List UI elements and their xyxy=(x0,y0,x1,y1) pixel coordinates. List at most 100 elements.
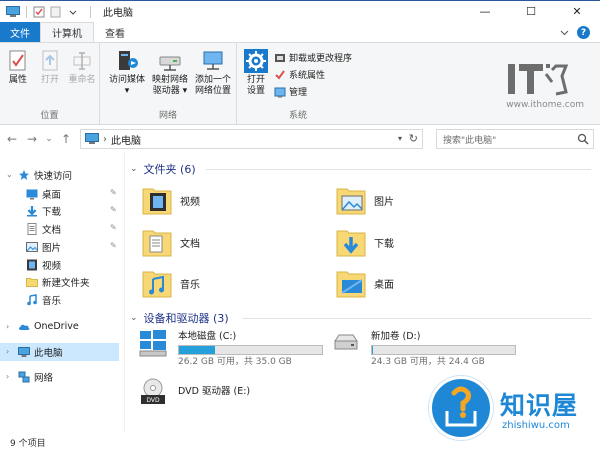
chevron-down-icon[interactable]: ⌄ xyxy=(6,170,16,179)
folders-section-title: 文件夹 (6) xyxy=(143,163,196,176)
map-network-drive-button[interactable]: 映射网络 驱动器 ▾ xyxy=(150,49,190,97)
nav-quick-access[interactable]: ⌄ 快速访问 xyxy=(6,166,72,183)
up-button[interactable]: ↑ xyxy=(58,131,74,147)
tab-computer[interactable]: 计算机 xyxy=(40,22,94,42)
map-network-drive-label2: 驱动器 ▾ xyxy=(152,86,188,96)
close-button[interactable]: ✕ xyxy=(554,1,600,22)
properties-icon xyxy=(9,50,26,71)
minimize-button[interactable]: — xyxy=(462,1,508,22)
nav-onedrive-label: OneDrive xyxy=(34,321,79,332)
open-settings-label2: 设置 xyxy=(246,86,265,96)
window-title: 此电脑 xyxy=(103,8,133,19)
tab-view[interactable]: 查看 xyxy=(94,22,136,42)
location-group: 属性 打开 重命名 位置 xyxy=(0,43,100,125)
rename-icon xyxy=(73,52,91,70)
chevron-down-icon[interactable]: ⌄ xyxy=(130,313,138,323)
manage-button[interactable]: 管理 xyxy=(274,85,307,98)
access-media-label: 访问媒体 xyxy=(108,75,145,85)
nav-item-new-folder[interactable]: 新建文件夹 xyxy=(26,273,90,290)
drive-e[interactable]: DVD DVD 驱动器 (E:) xyxy=(138,378,250,406)
forward-button[interactable]: → xyxy=(24,131,40,147)
question-lock-icon xyxy=(445,386,477,427)
chevron-down-icon[interactable] xyxy=(560,28,569,37)
folders-section-header[interactable]: ⌄ 文件夹 (6) xyxy=(130,161,196,177)
pin-icon[interactable]: ✎ xyxy=(110,223,117,232)
open-settings-button[interactable]: 打开 设置 xyxy=(242,49,270,97)
drive-usage-bar xyxy=(371,345,516,355)
star-icon xyxy=(19,169,29,180)
maximize-button[interactable]: ☐ xyxy=(508,1,554,22)
folder-documents[interactable]: 文档 xyxy=(142,224,200,260)
drive-usage-fill xyxy=(372,346,374,354)
pin-icon[interactable]: ✎ xyxy=(110,188,117,197)
nav-item-desktop[interactable]: 桌面 xyxy=(26,185,61,202)
folder-name: 下载 xyxy=(374,238,394,250)
nav-this-pc[interactable]: › 此电脑 xyxy=(6,343,63,360)
properties-button[interactable]: 属性 xyxy=(6,49,30,86)
badge-circle xyxy=(429,376,493,440)
videos-folder-icon xyxy=(142,188,172,215)
nav-onedrive[interactable]: › OneDrive xyxy=(6,318,79,335)
add-network-location-button[interactable]: 添加一个 网络位置 xyxy=(192,49,234,97)
properties-label: 属性 xyxy=(8,75,27,85)
refresh-button[interactable]: ↻ xyxy=(409,132,418,145)
system-group-label: 系统 xyxy=(288,111,307,121)
folder-pictures[interactable]: 图片 xyxy=(336,182,394,218)
rename-button[interactable]: 重命名 xyxy=(68,49,96,86)
drive-name: 本地磁盘 (C:) xyxy=(178,331,237,342)
nav-item-downloads[interactable]: 下载 xyxy=(26,202,61,219)
computer-icon xyxy=(85,133,99,144)
address-bar[interactable]: › 此电脑 ▾ ↻ xyxy=(80,129,423,149)
check-icon xyxy=(275,69,285,80)
drive-d[interactable]: 新加卷 (D:) 24.3 GB 可用，共 24.4 GB xyxy=(331,329,516,368)
drive-info: 本地磁盘 (C:) 26.2 GB 可用，共 35.0 GB xyxy=(178,331,323,368)
network-group-label: 网络 xyxy=(158,111,177,121)
tab-file[interactable]: 文件 xyxy=(0,22,40,42)
back-button[interactable]: ← xyxy=(4,131,20,147)
chevron-right-icon[interactable]: › xyxy=(6,322,16,331)
add-network-location-label2: 网络位置 xyxy=(194,86,231,96)
nav-item-documents[interactable]: 文档 xyxy=(26,220,61,237)
folder-downloads[interactable]: 下载 xyxy=(336,224,394,260)
section-divider xyxy=(242,318,591,319)
drive-c[interactable]: 本地磁盘 (C:) 26.2 GB 可用，共 35.0 GB xyxy=(138,329,323,368)
breadcrumb-this-pc[interactable]: 此电脑 xyxy=(111,132,141,147)
chevron-down-icon[interactable] xyxy=(67,6,79,18)
nav-quick-access-label: 快速访问 xyxy=(34,170,73,182)
chevron-right-icon[interactable]: › xyxy=(6,372,16,381)
folder-name: 桌面 xyxy=(374,279,394,291)
drives-section-header[interactable]: ⌄ 设备和驱动器 (3) xyxy=(130,310,229,326)
chevron-right-icon[interactable]: › xyxy=(6,347,16,356)
uninstall-programs-button[interactable]: 卸载或更改程序 xyxy=(274,51,352,64)
search-icon[interactable] xyxy=(577,133,589,145)
chevron-down-icon[interactable]: ⌄ xyxy=(130,164,138,174)
nav-this-pc-label: 此电脑 xyxy=(34,347,63,359)
chevron-down-icon[interactable]: ▾ xyxy=(398,134,402,143)
help-icon[interactable]: ? xyxy=(577,26,590,39)
nav-item-pictures[interactable]: 图片 xyxy=(26,238,61,255)
drive-name: DVD 驱动器 (E:) xyxy=(178,386,251,397)
system-group: 打开 设置 卸载或更改程序 系统属性 管理 系统 xyxy=(237,43,359,125)
computer-icon xyxy=(18,346,30,357)
pin-icon[interactable]: ✎ xyxy=(110,241,117,250)
nav-item-videos[interactable]: 视频 xyxy=(26,256,61,273)
open-settings-label1: 打开 xyxy=(246,75,265,85)
folder-videos[interactable]: 视频 xyxy=(142,182,200,218)
nav-item-music[interactable]: 音乐 xyxy=(26,291,61,308)
system-properties-label: 系统属性 xyxy=(289,71,326,81)
search-input[interactable]: 搜索"此电脑" xyxy=(436,129,594,149)
open-label: 打开 xyxy=(40,75,59,85)
folder-name: 文档 xyxy=(180,238,200,250)
recent-locations-button[interactable]: ⌄ xyxy=(44,131,54,147)
nav-network[interactable]: › 网络 xyxy=(6,368,53,385)
folder-music[interactable]: 音乐 xyxy=(142,265,200,301)
open-button[interactable]: 打开 xyxy=(38,49,62,86)
pin-icon[interactable]: ✎ xyxy=(110,205,117,214)
system-properties-button[interactable]: 系统属性 xyxy=(274,68,325,81)
folder-desktop[interactable]: 桌面 xyxy=(336,265,394,301)
new-folder-quick-icon[interactable] xyxy=(50,6,62,18)
access-media-button[interactable]: 访问媒体 ▾ xyxy=(108,49,146,97)
manage-icon xyxy=(274,87,286,97)
uninstall-icon xyxy=(275,53,285,62)
properties-quick-icon[interactable] xyxy=(33,6,45,18)
